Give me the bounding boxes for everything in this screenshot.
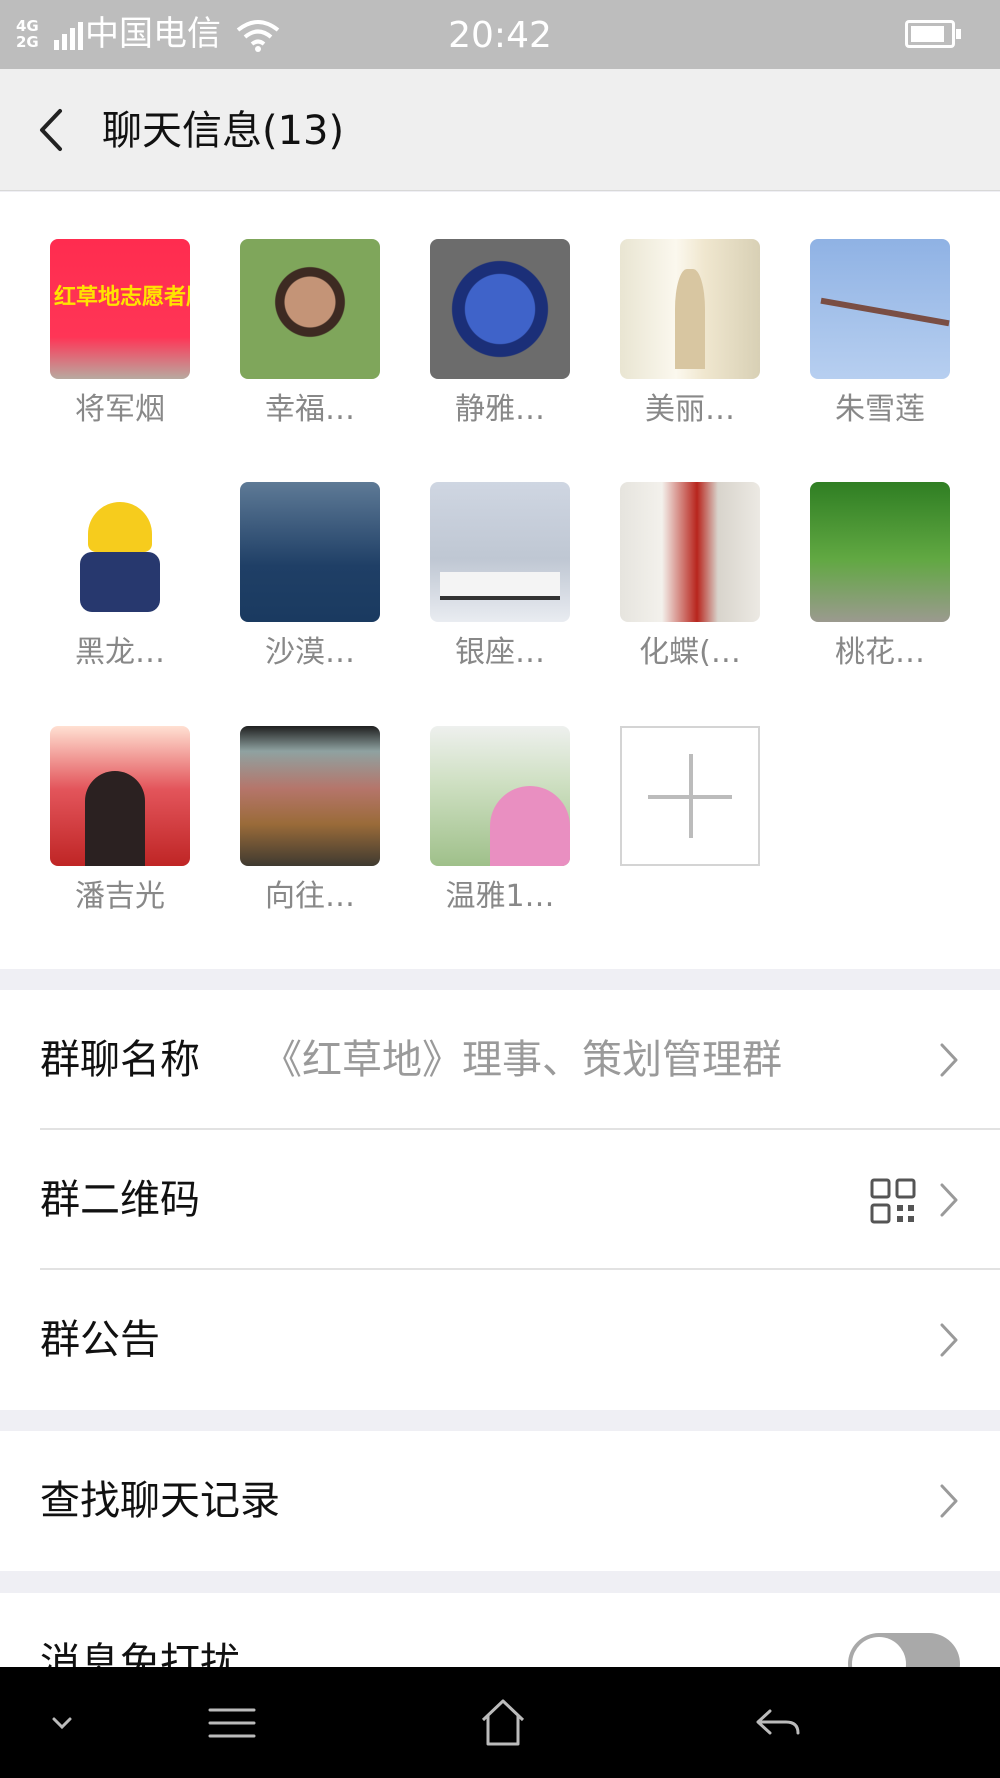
clock: 20:42 [448,15,552,56]
member-name: 温雅1… [445,879,555,914]
avatar-banner-text: 红草地志愿者服务队 [54,285,190,310]
search-section: 查找聊天记录 [0,1431,1000,1571]
member-item[interactable]: 红草地志愿者服务队 将军烟 [0,192,190,427]
search-history-label: 查找聊天记录 [40,1478,280,1524]
avatar[interactable] [240,726,380,866]
member-item[interactable]: 幸福… [190,192,380,427]
add-member-button[interactable] [620,726,760,866]
avatar[interactable] [810,482,950,622]
avatar[interactable] [430,482,570,622]
avatar[interactable] [430,239,570,379]
chevron-down-icon[interactable] [44,1667,80,1778]
avatar[interactable] [240,239,380,379]
qr-code-icon [870,1178,916,1224]
member-item[interactable]: 化蝶(… [570,435,760,670]
battery-icon [905,20,961,48]
avatar[interactable] [620,482,760,622]
member-grid: 红草地志愿者服务队 将军烟 幸福… 静雅… 美丽… 朱雪莲 黑龙… 沙漠… 银座… [0,192,1000,969]
announcement-label: 群公告 [40,1317,160,1363]
menu-icon[interactable] [202,1667,262,1778]
qr-code-row[interactable]: 群二维码 [0,1130,1000,1270]
status-bar: 4G 2G 中国电信 20:42 [0,0,1000,69]
group-name-value: 《红草地》理事、策划管理群 [262,1037,782,1083]
member-item[interactable]: 美丽… [570,192,760,427]
group-settings-section: 群聊名称 《红草地》理事、策划管理群 群二维码 群公告 [0,990,1000,1410]
member-item[interactable]: 黑龙… [0,435,190,670]
system-nav-bar [0,1667,1000,1778]
home-icon[interactable] [478,1667,528,1778]
group-name-label: 群聊名称 [40,1037,200,1083]
title-bar: 聊天信息(13) [0,69,1000,191]
announcement-row[interactable]: 群公告 [0,1270,1000,1410]
member-item[interactable]: 银座… [380,435,570,670]
avatar[interactable]: 红草地志愿者服务队 [50,239,190,379]
group-name-row[interactable]: 群聊名称 《红草地》理事、策划管理群 [0,990,1000,1130]
avatar[interactable] [430,726,570,866]
avatar[interactable] [50,726,190,866]
avatar[interactable] [620,239,760,379]
back-arrow-icon[interactable] [752,1667,804,1778]
member-item[interactable]: 朱雪莲 [760,192,950,427]
search-history-row[interactable]: 查找聊天记录 [0,1431,1000,1571]
avatar[interactable] [50,482,190,622]
member-item[interactable]: 沙漠… [190,435,380,670]
member-item[interactable]: 桃花… [760,435,950,670]
page-title: 聊天信息(13) [102,108,345,154]
member-item[interactable]: 静雅… [380,192,570,427]
avatar[interactable] [240,482,380,622]
chevron-right-icon [940,1484,958,1518]
member-item[interactable]: 温雅1… [380,679,570,914]
chevron-right-icon [940,1323,958,1357]
member-item[interactable]: 向往… [190,679,380,914]
avatar[interactable] [810,239,950,379]
member-name: 朱雪莲 [835,392,925,427]
member-name: 桃花… [835,635,925,670]
chevron-right-icon [940,1043,958,1077]
chevron-right-icon [940,1183,958,1217]
qr-code-label: 群二维码 [40,1177,200,1223]
member-item[interactable]: 潘吉光 [0,679,190,914]
chevron-left-icon[interactable] [30,105,78,155]
